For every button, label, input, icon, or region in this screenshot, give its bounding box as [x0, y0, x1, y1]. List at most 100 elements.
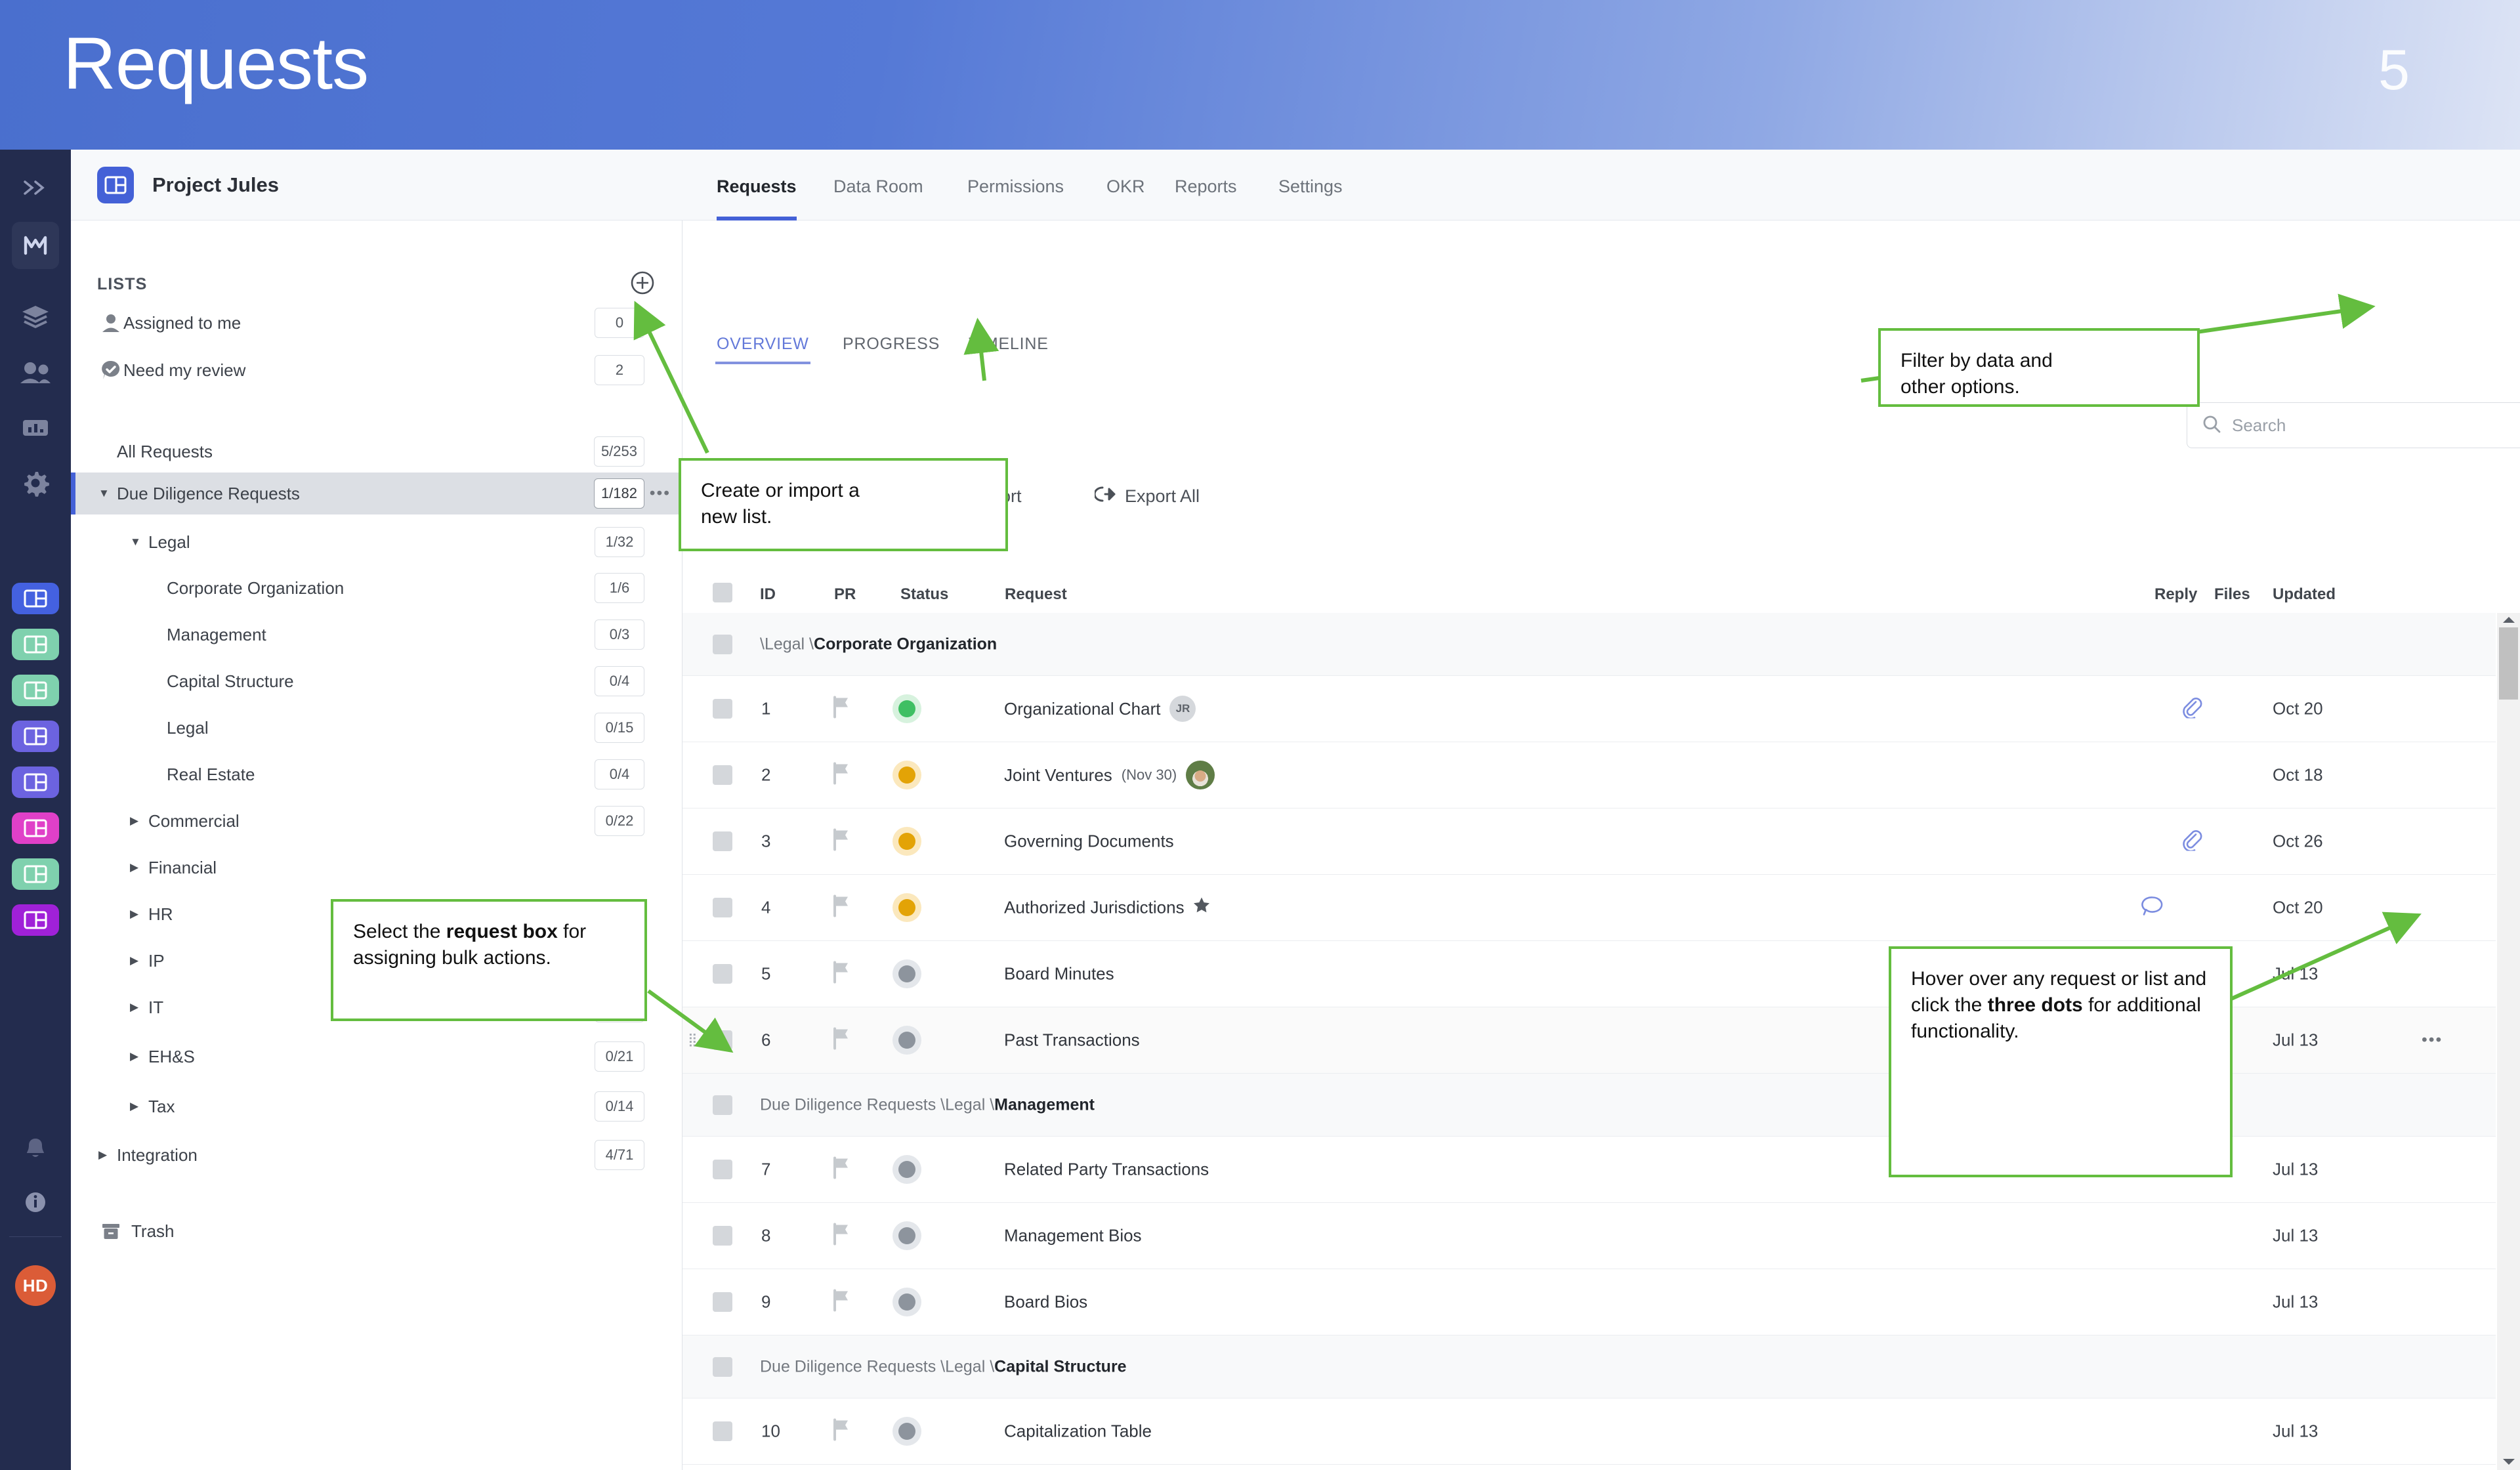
workspace-m-icon[interactable]: [12, 222, 59, 269]
search-box[interactable]: [2187, 402, 2520, 448]
row-checkbox[interactable]: [713, 765, 732, 785]
sidebar-item-corporate-organization[interactable]: Corporate Organization 1/6: [71, 567, 682, 609]
expand-icon[interactable]: [12, 164, 59, 211]
sidebar-item-need-my-review[interactable]: Need my review 2: [71, 349, 682, 391]
sidebar-item-financial[interactable]: ▶ Financial 0/33: [71, 847, 682, 889]
table-row[interactable]: 11 Equity Issuances Jul 13: [682, 1465, 2496, 1470]
caret-right-icon[interactable]: ▶: [130, 1100, 148, 1113]
caret-right-icon[interactable]: ▶: [130, 814, 148, 828]
row-checkbox[interactable]: [713, 1292, 732, 1312]
row-title[interactable]: Board Minutes: [1004, 964, 1114, 984]
flag-icon[interactable]: [832, 763, 852, 788]
layers-icon[interactable]: [12, 293, 59, 340]
sidebar-item-real-estate[interactable]: Real Estate 0/4: [71, 753, 682, 795]
status-indicator-grey[interactable]: [892, 1288, 921, 1316]
flag-icon[interactable]: [832, 829, 852, 854]
sidebar-item-legal[interactable]: ▼ Legal 1/32: [71, 521, 682, 563]
tab-requests[interactable]: Requests: [717, 150, 797, 220]
people-icon[interactable]: [12, 349, 59, 396]
column-id[interactable]: ID: [760, 585, 776, 604]
star-icon[interactable]: [1192, 896, 1211, 919]
column-reply[interactable]: Reply: [2154, 585, 2197, 604]
caret-right-icon[interactable]: ▶: [98, 1148, 117, 1162]
select-all-checkbox[interactable]: [713, 583, 732, 602]
flag-icon[interactable]: [832, 1290, 852, 1315]
caret-right-icon[interactable]: ▶: [130, 1050, 148, 1063]
tab-settings[interactable]: Settings: [1278, 150, 1343, 220]
project-chip-0[interactable]: [12, 583, 59, 614]
group-checkbox[interactable]: [713, 1357, 732, 1377]
row-title[interactable]: Related Party Transactions: [1004, 1160, 1209, 1180]
project-chip-1[interactable]: [12, 629, 59, 660]
project-chip-6[interactable]: [12, 858, 59, 890]
drag-handle[interactable]: ⣿: [688, 1038, 698, 1043]
row-title[interactable]: Governing Documents: [1004, 831, 1174, 852]
caret-right-icon[interactable]: ▶: [130, 861, 148, 874]
table-row[interactable]: 9 Board Bios Jul 13: [682, 1269, 2496, 1335]
subtab-overview[interactable]: OVERVIEW: [717, 335, 809, 354]
flag-icon[interactable]: [832, 895, 852, 921]
row-title[interactable]: Organizational ChartJR: [1004, 696, 1196, 722]
row-checkbox[interactable]: [713, 1030, 732, 1050]
tab-okr[interactable]: OKR: [1106, 150, 1145, 220]
row-checkbox[interactable]: [713, 1226, 732, 1246]
avatar[interactable]: HD: [15, 1265, 56, 1306]
row-checkbox[interactable]: [713, 699, 732, 719]
status-indicator-grey[interactable]: [892, 959, 921, 988]
caret-right-icon[interactable]: ▶: [130, 908, 148, 921]
flag-icon[interactable]: [832, 1419, 852, 1444]
column-request[interactable]: Request: [1005, 585, 1067, 604]
reports-icon[interactable]: [12, 404, 59, 452]
project-chip-4[interactable]: [12, 766, 59, 798]
row-checkbox[interactable]: [713, 1421, 732, 1441]
project-chip-7[interactable]: [12, 904, 59, 936]
tab-permissions[interactable]: Permissions: [967, 150, 1064, 220]
table-row[interactable]: 3 Governing Documents Oct 26: [682, 808, 2496, 875]
caret-down-icon[interactable]: ▼: [130, 536, 148, 549]
table-row[interactable]: 10 Capitalization Table Jul 13: [682, 1398, 2496, 1465]
subtab-timeline[interactable]: TIMELINE: [969, 335, 1049, 354]
bell-icon[interactable]: [12, 1125, 59, 1172]
attachment-icon[interactable]: [2180, 696, 2202, 722]
search-input[interactable]: [2232, 415, 2520, 436]
group-checkbox[interactable]: [713, 1095, 732, 1115]
table-row[interactable]: 4 Authorized Jurisdictions Oct 20: [682, 875, 2496, 941]
assignee-avatar[interactable]: [1186, 761, 1215, 789]
sidebar-item-management[interactable]: Management 0/3: [71, 614, 682, 656]
scrollbar-thumb[interactable]: [2499, 627, 2518, 700]
project-chip-2[interactable]: [12, 675, 59, 706]
flag-icon[interactable]: [832, 1157, 852, 1183]
table-scrollbar[interactable]: [2497, 613, 2520, 1470]
status-indicator-green[interactable]: [892, 694, 921, 723]
row-title[interactable]: Authorized Jurisdictions: [1004, 896, 1211, 919]
attachment-icon[interactable]: [2180, 829, 2202, 854]
row-title[interactable]: Management Bios: [1004, 1226, 1142, 1246]
row-title[interactable]: Board Bios: [1004, 1292, 1087, 1312]
row-checkbox[interactable]: [713, 831, 732, 851]
sidebar-item-tax[interactable]: ▶ Tax 0/14: [71, 1085, 682, 1127]
add-list-button[interactable]: [629, 269, 656, 300]
scroll-up-arrow[interactable]: [2503, 617, 2515, 623]
export-all-button[interactable]: Export All: [1095, 471, 1200, 521]
flag-icon[interactable]: [832, 961, 852, 987]
row-title[interactable]: Past Transactions: [1004, 1030, 1140, 1051]
caret-down-icon[interactable]: ▼: [98, 487, 117, 500]
table-row[interactable]: 1 Organizational ChartJR Oct 20: [682, 676, 2496, 742]
scroll-down-arrow[interactable]: [2503, 1459, 2515, 1465]
table-row[interactable]: 8 Management Bios Jul 13: [682, 1203, 2496, 1269]
flag-icon[interactable]: [832, 1028, 852, 1053]
table-row[interactable]: 2 Joint Ventures(Nov 30) Oct 18: [682, 742, 2496, 808]
row-checkbox[interactable]: [713, 1160, 732, 1179]
status-indicator-grey[interactable]: [892, 1417, 921, 1446]
project-header[interactable]: Project Jules: [71, 150, 682, 220]
status-indicator-amber[interactable]: [892, 761, 921, 789]
sidebar-item-all-requests[interactable]: ▶ All Requests 5/253: [71, 430, 682, 472]
flag-icon[interactable]: [832, 1223, 852, 1249]
row-title[interactable]: Capitalization Table: [1004, 1421, 1152, 1442]
project-chip-5[interactable]: [12, 812, 59, 844]
column-status[interactable]: Status: [900, 585, 948, 604]
row-title[interactable]: Joint Ventures(Nov 30): [1004, 761, 1215, 789]
sidebar-item-legal-sub[interactable]: Legal 0/15: [71, 707, 682, 749]
three-dots-icon[interactable]: •••: [2422, 1031, 2443, 1050]
status-indicator-grey[interactable]: [892, 1155, 921, 1184]
